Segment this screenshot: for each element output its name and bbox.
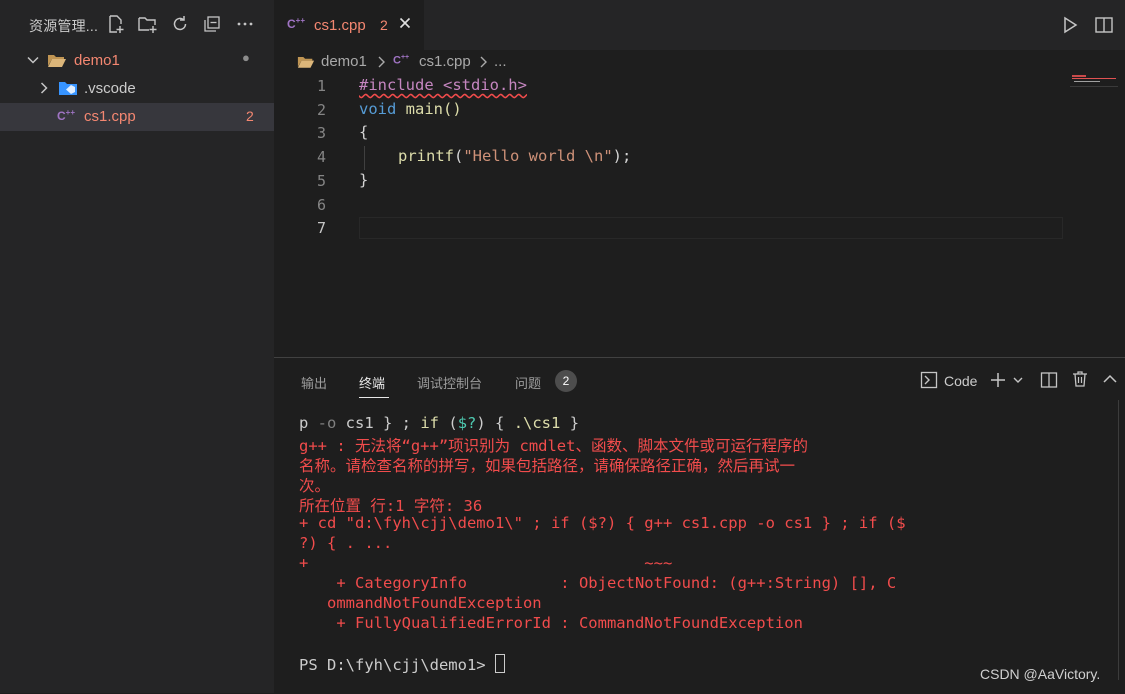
terminal-scrollbar[interactable] xyxy=(1118,400,1119,680)
collapse-all-icon[interactable] xyxy=(201,13,223,35)
tree-item-demo1[interactable]: demo1 ● xyxy=(0,47,274,75)
line-number: 5 xyxy=(316,172,326,190)
code-line-include[interactable]: #include <stdio.h> xyxy=(359,76,527,94)
cpp-file-icon: C++ xyxy=(57,108,76,123)
terminal-line-command: p -o cs1 } ; if ($?) { .\cs1 } xyxy=(299,414,580,432)
cpp-file-icon: C++ xyxy=(287,16,306,31)
keyword-void: void xyxy=(359,100,397,118)
explorer-title: 资源管理... xyxy=(29,18,99,34)
active-tab-underline xyxy=(359,397,389,398)
folder-icon xyxy=(297,54,315,69)
chevron-down-icon[interactable] xyxy=(1012,374,1024,386)
string-literal: "Hello world \n" xyxy=(463,147,613,165)
tab-problem-count: 2 xyxy=(380,17,388,33)
problem-count-badge: 2 xyxy=(246,108,254,124)
function-main: main() xyxy=(396,100,462,118)
folder-open-icon xyxy=(47,52,67,68)
tree-item-label: .vscode xyxy=(84,80,136,97)
tab-cs1-cpp[interactable]: C++ cs1.cpp 2 xyxy=(274,0,424,50)
run-icon[interactable] xyxy=(1060,15,1080,35)
terminal-error-line: 所在位置 行:1 字符: 36 xyxy=(299,497,483,515)
close-icon[interactable] xyxy=(397,15,413,31)
code-line-open-brace[interactable]: { xyxy=(359,123,368,141)
tree-item-label: demo1 xyxy=(74,52,120,69)
indent-guide xyxy=(364,146,365,170)
terminal-prompt[interactable]: PS D:\fyh\cjj\demo1> xyxy=(299,654,505,674)
split-editor-icon[interactable] xyxy=(1094,15,1114,35)
chevron-right-icon xyxy=(376,55,388,69)
new-file-icon[interactable] xyxy=(105,13,127,35)
line-number-active: 7 xyxy=(316,219,326,237)
tree-item-vscode[interactable]: .vscode xyxy=(0,75,274,103)
explorer-header: 资源管理... xyxy=(0,0,274,50)
terminal-error-line: ommandNotFoundException xyxy=(299,594,542,612)
terminal-error-line: + cd "d:\fyh\cjj\demo1\" ; if ($?) { g++… xyxy=(299,514,906,532)
line-number: 2 xyxy=(316,101,326,119)
code-line-close-brace[interactable]: } xyxy=(359,171,368,189)
terminal-error-line: + ~~~ xyxy=(299,554,673,572)
maximize-panel-icon[interactable] xyxy=(1102,372,1118,386)
watermark: CSDN @AaVictory. xyxy=(980,666,1101,682)
tab-output[interactable]: 输出 xyxy=(301,373,327,392)
tab-debug-console[interactable]: 调试控制台 xyxy=(417,373,482,392)
chevron-down-icon xyxy=(26,53,40,67)
add-terminal-icon[interactable] xyxy=(989,371,1007,389)
terminal-icon xyxy=(920,371,938,389)
terminal-error-line: ?) { . ... xyxy=(299,534,393,552)
trash-icon[interactable] xyxy=(1071,370,1089,388)
breadcrumb-more[interactable]: ... xyxy=(494,53,507,70)
terminal-error-line: + CategoryInfo : ObjectNotFound: (g++:St… xyxy=(299,574,897,592)
tree-item-label: cs1.cpp xyxy=(84,108,136,125)
code-line-main[interactable]: void main() xyxy=(359,100,462,118)
tree-item-cs1-cpp[interactable]: C++ cs1.cpp 2 xyxy=(0,103,274,131)
line-number: 3 xyxy=(316,124,326,142)
vscode-folder-icon xyxy=(58,80,78,96)
breadcrumb: demo1 C++ cs1.cpp ... xyxy=(274,50,1125,74)
tab-problems[interactable]: 问题 xyxy=(515,373,541,392)
cpp-file-icon: C++ xyxy=(393,54,410,67)
problems-count-badge: 2 xyxy=(555,370,577,392)
terminal-error-line: 次。 xyxy=(299,477,331,495)
terminal-cursor xyxy=(494,654,505,673)
line-number: 1 xyxy=(316,77,326,95)
refresh-icon[interactable] xyxy=(169,13,191,35)
breadcrumb-folder[interactable]: demo1 xyxy=(321,53,367,70)
terminal-error-line: 名称。请检查名称的拼写，如果包括路径，请确保路径正确，然后再试一 xyxy=(299,457,796,475)
terminal-error-line: g++ : 无法将“g++”项识别为 cmdlet、函数、脚本文件或可运行程序的 xyxy=(299,437,808,455)
function-printf: printf xyxy=(398,147,454,165)
code-tail: ); xyxy=(612,147,632,165)
chevron-right-icon xyxy=(478,55,490,69)
terminal-error-line: + FullyQualifiedErrorId : CommandNotFoun… xyxy=(299,614,803,632)
split-terminal-icon[interactable] xyxy=(1040,371,1058,389)
chevron-right-icon xyxy=(37,81,51,95)
modified-dot: ● xyxy=(242,50,250,65)
breadcrumb-file[interactable]: cs1.cpp xyxy=(419,53,471,70)
code-line-printf[interactable]: printf("Hello world \n"); xyxy=(398,147,631,165)
terminal-name[interactable]: Code xyxy=(944,373,977,389)
minimap[interactable] xyxy=(1070,74,1118,92)
tab-label: cs1.cpp xyxy=(314,17,366,34)
line-number: 6 xyxy=(316,196,326,214)
current-line-highlight xyxy=(359,217,1063,239)
more-actions-icon[interactable] xyxy=(234,13,256,35)
tab-terminal[interactable]: 终端 xyxy=(359,373,385,392)
new-folder-icon[interactable] xyxy=(137,13,159,35)
line-number: 4 xyxy=(316,148,326,166)
